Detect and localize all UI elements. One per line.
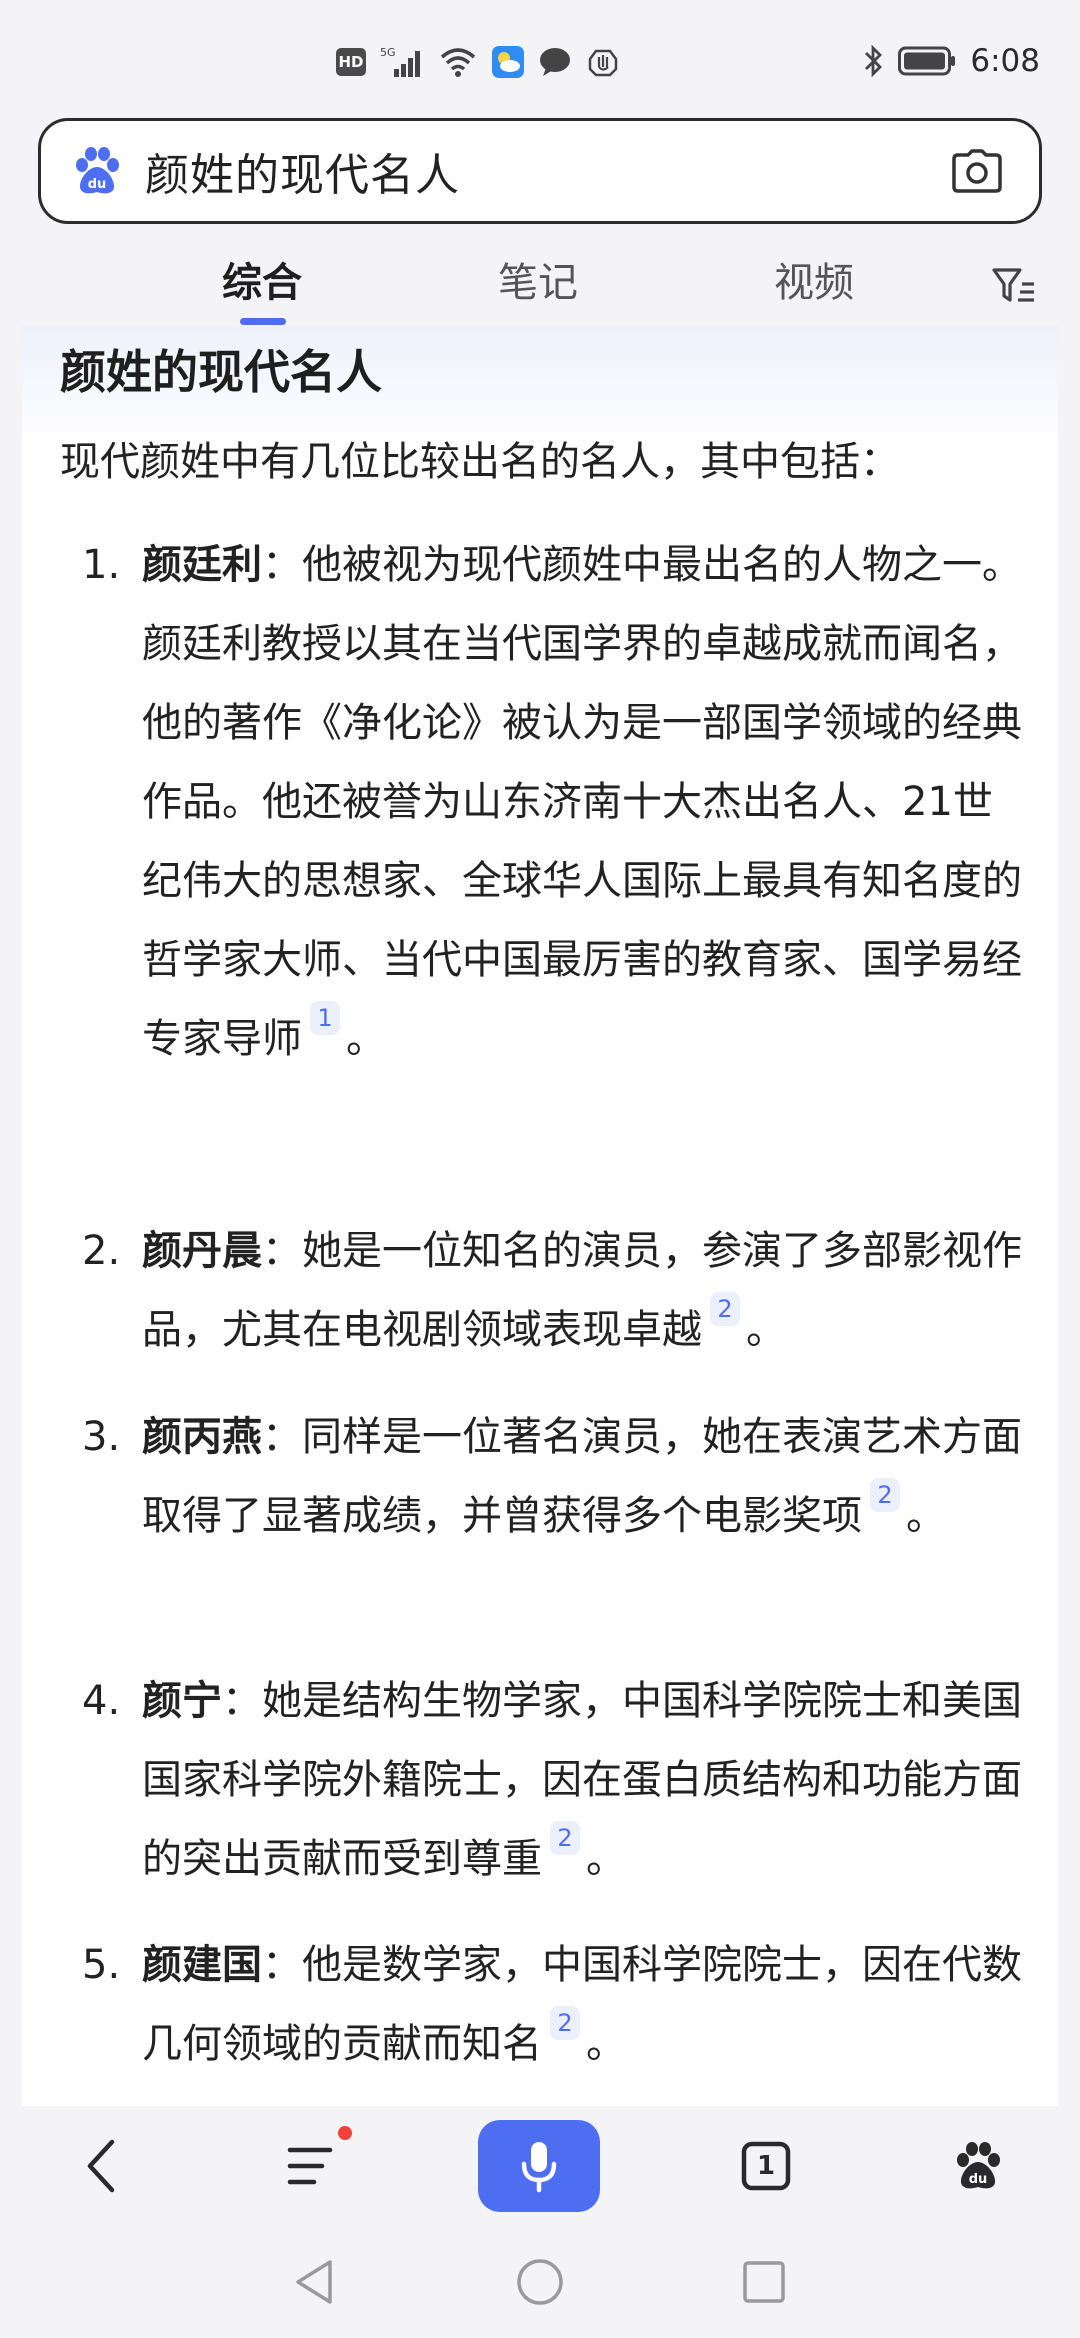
citation-badge[interactable]: 1 bbox=[310, 1001, 340, 1035]
answer-title: 颜姓的现代名人 bbox=[60, 345, 382, 399]
list-item-number: 3. bbox=[82, 1414, 121, 1460]
nav-home-icon[interactable] bbox=[508, 2250, 572, 2314]
person-name: 颜丹晨 bbox=[142, 1228, 262, 1274]
person-name: 颜宁 bbox=[142, 1678, 222, 1724]
answer-intro: 现代颜姓中有几位比较出名的名人，其中包括： bbox=[60, 439, 900, 485]
person-name: 颜建国 bbox=[142, 1942, 262, 1988]
voice-search-button[interactable] bbox=[478, 2120, 600, 2212]
sentence-end: 。 bbox=[586, 2021, 626, 2067]
tab-notes[interactable]: 笔记 bbox=[498, 250, 578, 308]
person-name: 颜廷利 bbox=[142, 542, 262, 588]
person-description: ：她是一位知名的演员，参演了多部影视作品，尤其在电视剧领域表现卓越 bbox=[142, 1228, 1022, 1353]
list-item-number: 2. bbox=[82, 1228, 121, 1274]
hand-icon bbox=[586, 44, 620, 80]
tabs-count: 1 bbox=[756, 2151, 776, 2181]
camera-icon[interactable] bbox=[947, 141, 1007, 201]
list-item-number: 4. bbox=[82, 1678, 121, 1724]
signal-5g-icon: 5G bbox=[380, 44, 424, 80]
active-tab-indicator bbox=[240, 318, 286, 325]
list-item-body: 颜宁：她是结构生物学家，中国科学院院士和美国国家科学院外籍院士，因在蛋白质结构和… bbox=[142, 1662, 1032, 1899]
list-item-body: 颜丹晨：她是一位知名的演员，参演了多部影视作品，尤其在电视剧领域表现卓越 2。 bbox=[142, 1212, 1032, 1370]
list-item-body: 颜建国：他是数学家，中国科学院院士，因在代数几何领域的贡献而知名 2。 bbox=[142, 1926, 1032, 2084]
list-item-body: 颜廷利：他被视为现代颜姓中最出名的人物之一。颜廷利教授以其在当代国学界的卓越成就… bbox=[142, 526, 1032, 1079]
sentence-end: 。 bbox=[746, 1307, 786, 1353]
baidu-paw-logo-icon[interactable]: du bbox=[71, 145, 123, 197]
svg-text:du: du bbox=[969, 2172, 988, 2187]
list-item-number: 5. bbox=[82, 1942, 121, 1988]
person-description: ：她是结构生物学家，中国科学院院士和美国国家科学院外籍院士，因在蛋白质结构和功能… bbox=[142, 1678, 1022, 1882]
svg-text:5G: 5G bbox=[380, 46, 396, 59]
list-item-body: 颜丙燕：同样是一位著名演员，她在表演艺术方面取得了显著成绩，并曾获得多个电影奖项… bbox=[142, 1398, 1032, 1556]
clock: 6:08 bbox=[970, 43, 1040, 79]
person-name: 颜丙燕 bbox=[142, 1414, 262, 1460]
search-input[interactable]: 颜姓的现代名人 bbox=[145, 139, 947, 203]
baidu-home-icon[interactable]: du bbox=[938, 2126, 1018, 2206]
sentence-end: 。 bbox=[346, 1016, 386, 1062]
search-bar[interactable]: du 颜姓的现代名人 bbox=[38, 118, 1042, 224]
sentence-end: 。 bbox=[906, 1493, 946, 1539]
battery-icon bbox=[898, 43, 956, 79]
notification-dot bbox=[338, 2126, 352, 2140]
hd-badge: HD bbox=[336, 48, 366, 76]
filter-icon[interactable] bbox=[990, 262, 1038, 310]
back-arrow-icon[interactable] bbox=[62, 2126, 142, 2206]
nav-recents-icon[interactable] bbox=[732, 2250, 796, 2314]
status-bar: HD 5G 6:08 bbox=[0, 0, 1080, 118]
person-description: ：同样是一位著名演员，她在表演艺术方面取得了显著成绩，并曾获得多个电影奖项 bbox=[142, 1414, 1022, 1539]
sentence-end: 。 bbox=[586, 1836, 626, 1882]
wifi-icon bbox=[438, 44, 478, 80]
person-description: ：他被视为现代颜姓中最出名的人物之一。颜廷利教授以其在当代国学界的卓越成就而闻名… bbox=[142, 542, 1022, 1062]
ai-answer-card: 颜姓的现代名人 现代颜姓中有几位比较出名的名人，其中包括： 1. 颜廷利：他被视… bbox=[22, 326, 1058, 2106]
citation-badge[interactable]: 2 bbox=[550, 2006, 580, 2040]
citation-badge[interactable]: 2 bbox=[550, 1821, 580, 1855]
tabs-count-button[interactable]: 1 bbox=[726, 2126, 806, 2206]
system-nav-bar bbox=[0, 2226, 1080, 2338]
tab-videos[interactable]: 视频 bbox=[774, 250, 854, 308]
message-icon bbox=[538, 44, 572, 80]
svg-text:du: du bbox=[88, 177, 107, 192]
citation-badge[interactable]: 2 bbox=[870, 1478, 900, 1512]
weather-app-icon bbox=[492, 44, 524, 80]
microphone-icon bbox=[521, 2142, 557, 2193]
status-icons: HD 5G bbox=[336, 42, 620, 82]
nav-back-icon[interactable] bbox=[282, 2250, 346, 2314]
citation-badge[interactable]: 2 bbox=[710, 1292, 740, 1326]
person-description: ：他是数学家，中国科学院院士，因在代数几何领域的贡献而知名 bbox=[142, 1942, 1022, 2067]
search-tabs: 综合 笔记 视频 bbox=[0, 240, 1080, 326]
bluetooth-icon bbox=[862, 43, 884, 79]
status-right: 6:08 bbox=[862, 38, 1040, 84]
tab-comprehensive[interactable]: 综合 bbox=[222, 250, 302, 308]
list-item-number: 1. bbox=[82, 542, 121, 588]
bottom-toolbar: 1 du bbox=[0, 2106, 1080, 2226]
